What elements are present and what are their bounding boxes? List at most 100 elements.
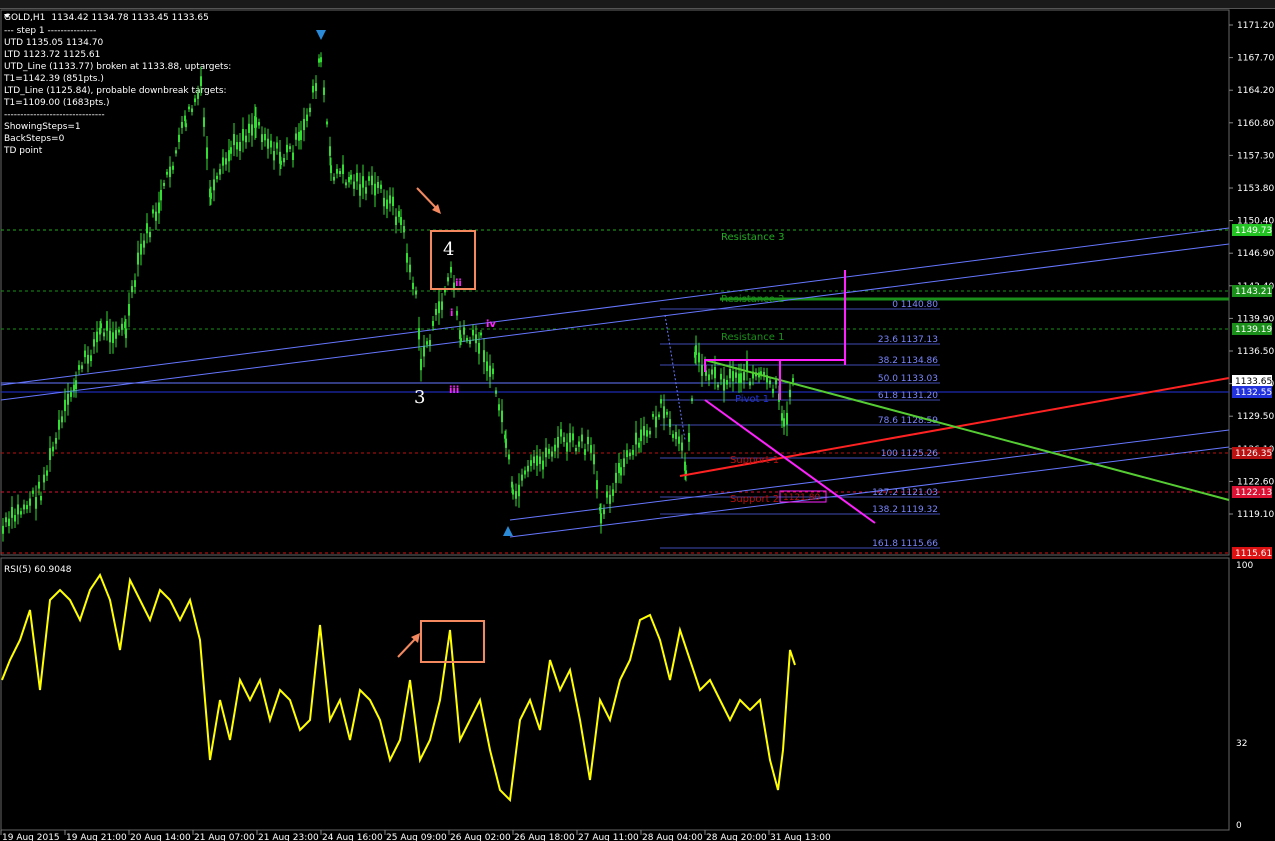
- candle-body: [643, 426, 645, 436]
- candle-body: [386, 199, 388, 209]
- candle-body: [149, 232, 151, 238]
- candle-body: [75, 380, 77, 390]
- candle-body: [769, 380, 771, 385]
- candle-body: [743, 372, 745, 381]
- candle-body: [723, 378, 725, 391]
- candle-body: [480, 332, 482, 336]
- candle-body: [155, 211, 157, 221]
- candle-body: [593, 454, 595, 465]
- candle-body: [554, 444, 556, 452]
- candle-body: [505, 438, 507, 448]
- price-tick-label: 1153.80: [1237, 184, 1274, 194]
- candle-body: [32, 490, 34, 494]
- candle-body: [46, 470, 48, 476]
- candle-body: [336, 168, 338, 174]
- candle-body: [78, 365, 80, 370]
- candle-body: [545, 447, 547, 458]
- candle-body: [225, 158, 227, 165]
- candle-body: [783, 418, 785, 427]
- candle-body: [125, 328, 127, 339]
- candle-body: [255, 117, 257, 128]
- candle-body: [551, 451, 553, 457]
- candle-body: [143, 240, 145, 248]
- candle-body: [70, 392, 72, 397]
- candle-body: [8, 518, 10, 527]
- candle-body: [222, 157, 224, 166]
- candle-body: [626, 450, 628, 458]
- candle-body: [270, 140, 272, 148]
- candle-body: [350, 174, 352, 180]
- price-candles: [2, 52, 794, 542]
- candle-body: [289, 146, 291, 150]
- candle-body: [572, 433, 574, 441]
- candle-body: [792, 378, 794, 383]
- candle-body: [323, 87, 325, 95]
- candle-body: [106, 320, 108, 331]
- candle-body: [348, 177, 350, 183]
- candle-body: [542, 460, 544, 470]
- candle-body: [738, 373, 740, 384]
- candle-body: [400, 217, 402, 225]
- candle-body: [609, 494, 611, 504]
- candle-body: [441, 301, 443, 310]
- candle-body: [87, 354, 89, 364]
- candle-body: [103, 332, 105, 337]
- candle-body: [84, 350, 86, 358]
- fib-label: 38.2 1134.86: [878, 356, 938, 366]
- candle-body: [2, 525, 4, 534]
- candle-body: [292, 152, 294, 161]
- candle-body: [729, 368, 731, 379]
- candle-body: [5, 517, 7, 523]
- candle-body: [359, 184, 361, 196]
- candle-body: [20, 511, 22, 515]
- channel-lines: [0, 227, 1230, 538]
- candle-body: [539, 456, 541, 465]
- candle-body: [55, 437, 57, 444]
- candle-body: [203, 117, 205, 127]
- candle-body: [395, 216, 397, 225]
- info-line: UTD 1135.05 1134.70: [4, 38, 103, 48]
- candle-body: [749, 381, 751, 386]
- info-line: LTD 1123.72 1125.61: [4, 50, 100, 60]
- time-label: 25 Aug 09:00: [386, 833, 447, 841]
- candle-body: [508, 454, 510, 460]
- candle-body: [258, 122, 260, 126]
- rsi-axis-0: 0: [1236, 821, 1242, 831]
- candle-body: [478, 342, 480, 354]
- candle-body: [377, 181, 379, 188]
- candle-body: [318, 58, 320, 63]
- candle-body: [701, 364, 703, 376]
- candle-body: [566, 442, 568, 452]
- candle-body: [11, 506, 13, 518]
- price-tick-label: 1157.30: [1237, 151, 1274, 161]
- wave-4-label: 4: [443, 239, 454, 260]
- candle-body: [315, 83, 317, 92]
- candle-body: [557, 436, 559, 448]
- candle-body: [368, 176, 370, 181]
- support-1-label: Support 1: [730, 455, 779, 466]
- candle-body: [512, 489, 514, 495]
- price-axis: 1171.20 1167.70 1164.20 1160.80 1157.30 1153.…: [1229, 21, 1274, 520]
- info-line: --- step 1 ---------------: [4, 26, 96, 36]
- candle-body: [489, 365, 491, 377]
- candle-body: [740, 373, 742, 383]
- candle-body: [188, 106, 190, 110]
- candle-body: [389, 195, 391, 204]
- fib-label: 138.2 1119.32: [872, 505, 938, 515]
- candle-body: [620, 467, 622, 476]
- candle-body: [450, 266, 452, 273]
- candle-body: [380, 184, 382, 189]
- candle-body: [789, 389, 791, 398]
- candle-body: [423, 345, 425, 357]
- fib-label: 0 1140.80: [892, 300, 938, 310]
- candle-body: [530, 460, 532, 466]
- candle-body: [615, 472, 617, 483]
- price-tick-label: 1164.20: [1237, 86, 1274, 96]
- candle-body: [536, 455, 538, 466]
- candle-body: [681, 442, 683, 451]
- candle-body: [675, 432, 677, 440]
- chart-canvas[interactable]: GOLD,H1 1134.42 1134.78 1133.45 1133.65 -…: [0, 0, 1275, 841]
- candle-body: [612, 489, 614, 496]
- candle-body: [456, 310, 458, 316]
- candle-body: [312, 85, 314, 93]
